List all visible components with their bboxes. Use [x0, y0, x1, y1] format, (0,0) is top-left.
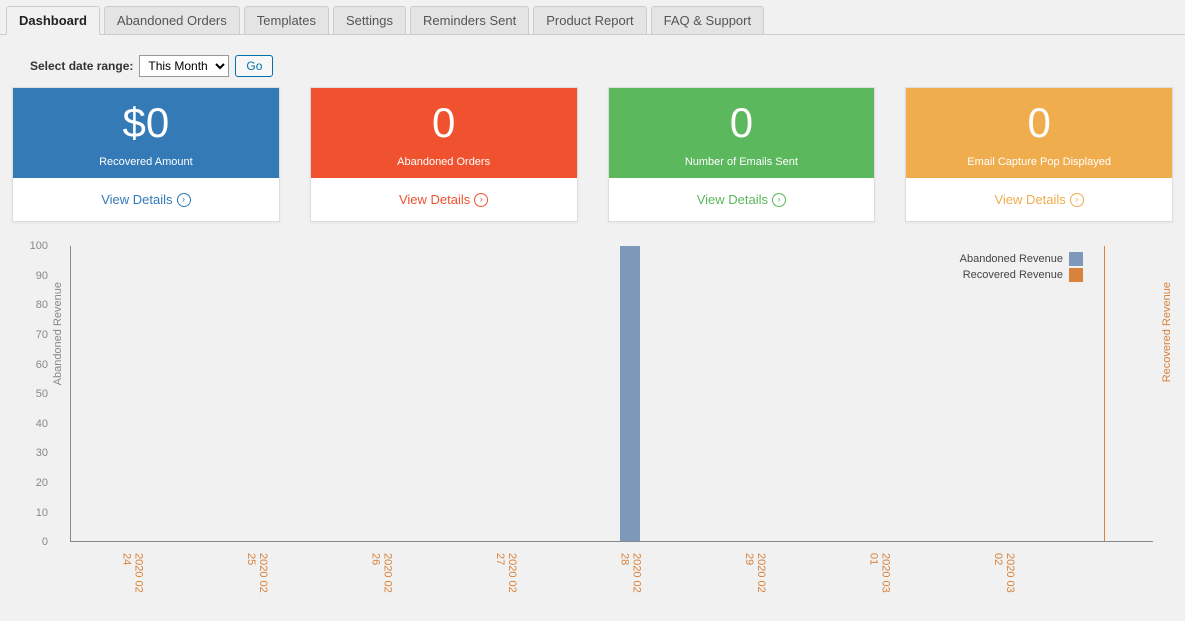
stat-cards: $0 Recovered Amount View Details › 0 Abandone…: [0, 87, 1185, 234]
view-details-link[interactable]: View Details ›: [311, 178, 577, 221]
x-tick: 2020 02 28: [618, 553, 642, 602]
stat-card-top: 0 Abandoned Orders: [311, 88, 577, 178]
legend-swatch-icon: [1069, 252, 1083, 266]
y-tick: 60: [36, 359, 48, 371]
tab-templates[interactable]: Templates: [244, 6, 329, 34]
tab-dashboard[interactable]: Dashboard: [6, 6, 100, 35]
tab-settings[interactable]: Settings: [333, 6, 406, 34]
stat-card-top: $0 Recovered Amount: [13, 88, 279, 178]
y-tick: 10: [36, 507, 48, 519]
x-tick: 2020 02 29: [743, 553, 767, 602]
tab-product-report[interactable]: Product Report: [533, 6, 646, 34]
x-tick: 2020 02 26: [369, 553, 393, 602]
y-axis-right-label: Recovered Revenue: [1161, 282, 1173, 382]
date-range-select[interactable]: This Month: [139, 55, 229, 77]
x-tick: 2020 02 24: [120, 553, 144, 602]
tab-faq-support[interactable]: FAQ & Support: [651, 6, 764, 34]
stat-card-blue: $0 Recovered Amount View Details ›: [12, 87, 280, 222]
legend-swatch-icon: [1069, 268, 1083, 282]
view-details-link[interactable]: View Details ›: [13, 178, 279, 221]
stat-value: $0: [18, 100, 274, 146]
legend-item: Recovered Revenue: [960, 268, 1083, 282]
view-details-text: View Details: [101, 192, 172, 207]
right-axis-line: [1104, 246, 1105, 541]
revenue-chart: 0 10 20 30 40 50 60 70 80 90 100 Abandoned Revenue…: [12, 242, 1173, 602]
bar: [620, 246, 640, 541]
stat-label: Email Capture Pop Displayed: [911, 156, 1167, 168]
x-tick: 2020 03 01: [868, 553, 892, 602]
arrow-right-icon: ›: [177, 193, 191, 207]
view-details-link[interactable]: View Details ›: [609, 178, 875, 221]
y-tick: 0: [42, 536, 48, 548]
y-tick: 20: [36, 477, 48, 489]
y-tick: 70: [36, 329, 48, 341]
left-axis-line: [70, 246, 71, 541]
plot-area: Abandoned Revenue Recovered Revenue: [70, 246, 1153, 542]
date-range-label: Select date range:: [30, 59, 133, 73]
view-details-link[interactable]: View Details ›: [906, 178, 1172, 221]
stat-value: 0: [316, 100, 572, 146]
x-tick: 2020 03 02: [992, 553, 1016, 602]
view-details-text: View Details: [994, 192, 1065, 207]
y-tick: 90: [36, 270, 48, 282]
view-details-text: View Details: [697, 192, 768, 207]
x-axis-ticks: 2020 02 24 2020 02 25 2020 02 26 2020 02 27…: [70, 547, 1153, 602]
stat-value: 0: [911, 100, 1167, 146]
arrow-right-icon: ›: [772, 193, 786, 207]
y-tick: 80: [36, 299, 48, 311]
stat-label: Number of Emails Sent: [614, 156, 870, 168]
stat-card-top: 0 Email Capture Pop Displayed: [906, 88, 1172, 178]
y-axis-ticks: 0102030405060708090100: [12, 246, 52, 542]
stat-card-yellow: 0 Email Capture Pop Displayed View Details…: [905, 87, 1173, 222]
legend-label: Recovered Revenue: [963, 269, 1063, 281]
chart-legend: Abandoned Revenue Recovered Revenue: [960, 252, 1083, 284]
stat-card-green: 0 Number of Emails Sent View Details ›: [608, 87, 876, 222]
stat-label: Abandoned Orders: [316, 156, 572, 168]
stat-label: Recovered Amount: [18, 156, 274, 168]
x-tick: 2020 02 25: [245, 553, 269, 602]
tab-abandoned-orders[interactable]: Abandoned Orders: [104, 6, 240, 34]
tab-reminders-sent[interactable]: Reminders Sent: [410, 6, 529, 34]
stat-value: 0: [614, 100, 870, 146]
y-tick: 30: [36, 447, 48, 459]
y-tick: 50: [36, 388, 48, 400]
tabs: DashboardAbandoned OrdersTemplatesSettin…: [0, 0, 1185, 35]
legend-label: Abandoned Revenue: [960, 253, 1063, 265]
arrow-right-icon: ›: [1070, 193, 1084, 207]
arrow-right-icon: ›: [474, 193, 488, 207]
y-tick: 40: [36, 418, 48, 430]
y-tick: 100: [30, 240, 48, 252]
x-tick: 2020 02 27: [494, 553, 518, 602]
date-range-row: Select date range: This Month Go: [0, 35, 1185, 87]
go-button[interactable]: Go: [235, 55, 273, 77]
stat-card-top: 0 Number of Emails Sent: [609, 88, 875, 178]
legend-item: Abandoned Revenue: [960, 252, 1083, 266]
stat-card-orange: 0 Abandoned Orders View Details ›: [310, 87, 578, 222]
view-details-text: View Details: [399, 192, 470, 207]
y-axis-left-label: Abandoned Revenue: [52, 282, 64, 385]
